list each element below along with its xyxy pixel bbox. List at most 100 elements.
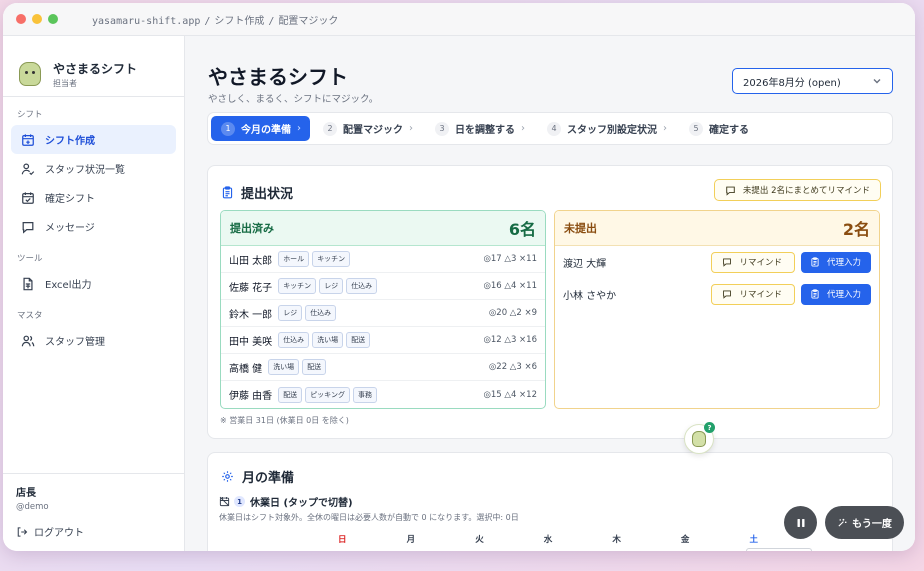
sidebar-item-label: シフト作成 bbox=[45, 136, 95, 147]
sidebar-item-confirmed-shift[interactable]: 確定シフト bbox=[11, 183, 176, 212]
step-number: 4 bbox=[547, 121, 561, 136]
submitted-label: 提出済み bbox=[230, 222, 274, 235]
availability-stat: ◎15 △4 ×12 bbox=[483, 389, 537, 400]
remind-all-label: 未提出 2名にまとめてリマインド bbox=[742, 186, 870, 196]
step-label: 確定する bbox=[709, 125, 749, 136]
weekday-sat: 土 bbox=[749, 535, 759, 545]
replay-label: もう一度 bbox=[852, 519, 892, 530]
step-number: 5 bbox=[689, 121, 703, 136]
proxy-input-button[interactable]: 代理入力 bbox=[800, 283, 871, 305]
sidebar-item-shift-create[interactable]: シフト作成 bbox=[11, 125, 176, 154]
remind-label: リマインド bbox=[739, 290, 782, 300]
gear-icon bbox=[222, 471, 233, 482]
sidebar-item-label: スタッフ管理 bbox=[45, 337, 105, 348]
file-spreadsheet-icon bbox=[21, 277, 35, 291]
availability-stat: ◎16 △4 ×11 bbox=[483, 281, 537, 291]
user-check-icon bbox=[21, 162, 35, 176]
role-tag: 配送 bbox=[278, 386, 303, 403]
availability-stat: ◎20 △2 ×9 bbox=[488, 308, 537, 318]
step-adjust-days[interactable]: 3 日を調整する › bbox=[425, 116, 534, 141]
role-tag: 配送 bbox=[302, 359, 327, 375]
submission-title: 提出状況 bbox=[221, 183, 293, 202]
replay-button[interactable]: もう一度 bbox=[825, 506, 904, 539]
sidebar-item-staff-status[interactable]: スタッフ状況一覧 bbox=[11, 154, 176, 183]
step-placement-magic[interactable]: 2 配置マジック › bbox=[313, 116, 422, 141]
chevron-right-icon: › bbox=[409, 123, 413, 134]
table-row[interactable]: 鈴木 一郎 レジ 仕込み ◎20 △2 ×9 bbox=[221, 300, 545, 327]
pending-header: 未提出 2名 bbox=[555, 211, 879, 246]
sidebar-item-messages[interactable]: メッセージ bbox=[11, 212, 176, 241]
month-prep-card: 月の準備 1 休業日 (タップで切替) 休業日はシフト対象外。全休の曜日は必要人… bbox=[207, 452, 893, 551]
prep-title: 月の準備 bbox=[221, 467, 294, 486]
url-host: yasamaru-shift.app bbox=[92, 15, 201, 27]
calendar-day-cell[interactable] bbox=[746, 548, 812, 551]
month-select-value: 2026年8月分 (open) bbox=[743, 77, 841, 89]
sidebar-item-excel-export[interactable]: Excel出力 bbox=[11, 269, 176, 298]
logout-button[interactable]: ログアウト bbox=[16, 524, 170, 539]
proxy-input-label: 代理入力 bbox=[826, 290, 861, 300]
maximize-window-button[interactable] bbox=[48, 14, 58, 24]
staff-name: 田中 美咲 bbox=[229, 336, 273, 348]
logout-label: ログアウト bbox=[34, 528, 84, 539]
step-label: 日を調整する bbox=[455, 125, 515, 136]
message-icon bbox=[726, 186, 735, 196]
calendar-check-icon bbox=[21, 191, 35, 205]
url-path-1: シフト作成 bbox=[214, 15, 265, 27]
clipboard-icon bbox=[811, 289, 819, 299]
pause-button[interactable] bbox=[784, 506, 817, 539]
prep-title-text: 月の準備 bbox=[242, 471, 295, 486]
pending-label: 未提出 bbox=[564, 222, 597, 235]
remind-button[interactable]: リマインド bbox=[711, 251, 795, 273]
mascot-help-button[interactable]: ? bbox=[684, 422, 715, 454]
remind-button[interactable]: リマインド bbox=[711, 283, 795, 305]
table-row[interactable]: 佐藤 花子 キッチン レジ 仕込み ◎16 △4 ×11 bbox=[221, 273, 545, 300]
role-tag: レジ bbox=[319, 278, 344, 294]
step-staff-settings[interactable]: 4 スタッフ別設定状況 › bbox=[537, 116, 676, 141]
page-title: やさまるシフト bbox=[208, 65, 348, 89]
main-content: やさまるシフト やさしく、まるく、シフトにマジック。 2026年8月分 (ope… bbox=[185, 36, 915, 551]
chevron-right-icon: › bbox=[297, 123, 301, 134]
mascot-logo bbox=[19, 62, 41, 86]
table-row[interactable]: 伊藤 由香 配送 ピッキング 事務 ◎15 △4 ×12 bbox=[221, 381, 545, 408]
holiday-step-number: 1 bbox=[234, 496, 245, 507]
sidebar-item-label: 確定シフト bbox=[45, 194, 95, 205]
step-prepare-month[interactable]: 1 今月の準備 › bbox=[211, 116, 310, 141]
table-row[interactable]: 高橋 健 洗い場 配送 ◎22 △3 ×6 bbox=[221, 354, 545, 381]
submission-status-card: 提出状況 未提出 2名にまとめてリマインド 提出済み 6名 山田 太郎 ホール … bbox=[207, 165, 893, 439]
staff-name: 山田 太郎 bbox=[229, 255, 273, 267]
step-number: 2 bbox=[323, 121, 337, 136]
business-days-note: ※ 営業日 31日 (休業日 0日 を除く) bbox=[220, 416, 349, 425]
weekday-tue: 火 bbox=[475, 535, 484, 545]
step-confirm[interactable]: 5 確定する bbox=[679, 116, 758, 141]
table-row[interactable]: 田中 美咲 仕込み 洗い場 配送 ◎12 △3 ×16 bbox=[221, 327, 545, 354]
list-item: 小林 さやか リマインド 代理入力 bbox=[555, 278, 879, 310]
role-tag: 仕込み bbox=[278, 332, 310, 348]
remind-all-button[interactable]: 未提出 2名にまとめてリマインド bbox=[713, 179, 881, 201]
step-label: スタッフ別設定状況 bbox=[567, 125, 657, 136]
step-label: 今月の準備 bbox=[241, 125, 291, 136]
proxy-input-button[interactable]: 代理入力 bbox=[800, 251, 871, 273]
close-window-button[interactable] bbox=[16, 14, 26, 24]
weekday-thu: 木 bbox=[612, 535, 621, 545]
nav-group-shift: シフト bbox=[17, 110, 43, 120]
weekday-fri: 金 bbox=[680, 535, 690, 545]
pause-icon bbox=[797, 518, 804, 527]
staff-name: 高橋 健 bbox=[229, 363, 263, 375]
staff-name: 渡辺 大輝 bbox=[563, 258, 607, 270]
sidebar: やさまるシフト 担当者 シフト シフト作成 スタッフ状況一覧 確定シフト メッセ… bbox=[3, 36, 185, 551]
brand-name: やさまるシフト bbox=[53, 61, 138, 76]
table-row[interactable]: 山田 太郎 ホール キッチン ◎17 △3 ×11 bbox=[221, 246, 545, 273]
minimize-window-button[interactable] bbox=[32, 14, 42, 24]
weekday-wed: 水 bbox=[543, 535, 553, 545]
pending-panel: 未提出 2名 渡辺 大輝 リマインド 代理入力 小林 さやか リマインド 代理入… bbox=[554, 210, 880, 409]
month-select[interactable]: 2026年8月分 (open) bbox=[732, 68, 893, 94]
nav-group-master: マスタ bbox=[17, 311, 43, 321]
address-breadcrumb: yasamaru-shift.app / シフト作成 / 配置マジック bbox=[92, 15, 339, 27]
weekday-header: 日 月 火 水 木 金 土 bbox=[308, 533, 788, 545]
weekday-mon: 月 bbox=[406, 535, 416, 545]
clipboard-icon bbox=[222, 186, 233, 199]
clipboard-icon bbox=[811, 257, 819, 267]
availability-stat: ◎12 △3 ×16 bbox=[483, 335, 537, 345]
chevron-right-icon: › bbox=[521, 123, 525, 134]
sidebar-item-staff-management[interactable]: スタッフ管理 bbox=[11, 326, 176, 355]
